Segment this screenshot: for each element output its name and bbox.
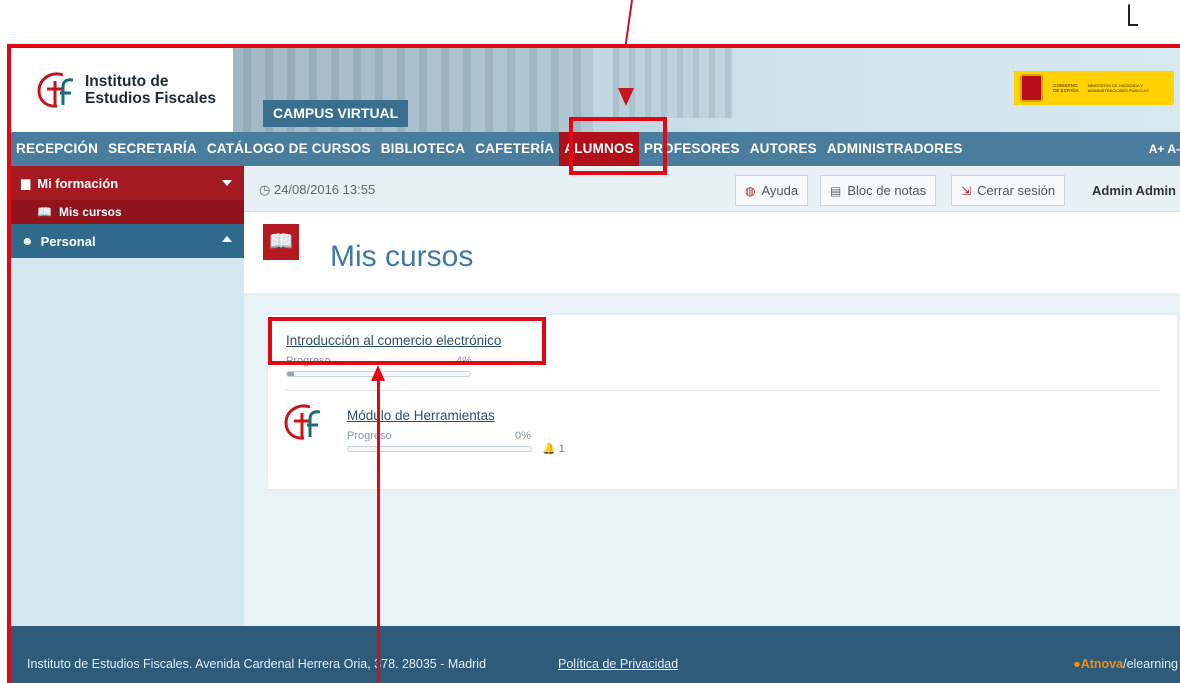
site-logo[interactable]: Instituto de Estudios Fiscales <box>11 48 233 132</box>
logo-line2: Estudios Fiscales <box>85 90 216 107</box>
nav-biblioteca[interactable]: BIBLIOTECA <box>376 132 471 166</box>
brand-accent: Atnova <box>1080 657 1124 671</box>
nav-catalogo[interactable]: CATÁLOGO DE CURSOS <box>202 132 376 166</box>
site-footer: Instituto de Estudios Fiscales. Avenida … <box>11 626 1180 683</box>
sidebar: ▆ Mi formación 📖 Mis cursos ☻ Personal <box>11 166 244 626</box>
ief-logo-icon <box>37 72 74 108</box>
privacy-link[interactable]: Política de Privacidad <box>558 657 678 671</box>
page-title: Mis cursos <box>330 240 474 273</box>
building-photo-detail <box>613 48 733 118</box>
footer-address: Instituto de Estudios Fiscales. Avenida … <box>27 657 487 671</box>
datetime-text: 24/08/2016 13:55 <box>273 182 376 197</box>
header-banner: CAMPUS VIRTUAL GOBIERNO DE ESPAÑA MINIST… <box>233 48 1180 132</box>
progress-percent: 0% <box>515 430 531 442</box>
progress-fill <box>287 372 295 376</box>
course-link[interactable]: Módulo de Herramientas <box>347 408 495 423</box>
notification-count: 1 <box>558 443 565 455</box>
sidebar-group-mi-formacion[interactable]: ▆ Mi formación <box>11 166 244 200</box>
logout-icon: ⇲ <box>961 183 972 198</box>
nav-autores[interactable]: AUTORES <box>745 132 822 166</box>
coat-of-arms-icon <box>1020 74 1044 102</box>
sidebar-item-label: Mis cursos <box>58 205 122 219</box>
notepad-icon: ▤ <box>830 183 842 198</box>
sidebar-group-label: Personal <box>40 233 96 249</box>
book-icon: 📖 <box>37 205 52 219</box>
notes-label: Bloc de notas <box>847 183 927 198</box>
sidebar-item-mis-cursos[interactable]: 📖 Mis cursos <box>11 200 244 224</box>
campus-virtual-label: CAMPUS VIRTUAL <box>263 100 409 127</box>
toolbar: ◷ 24/08/2016 13:55 ◍ Ayuda ▤ Bloc de not… <box>244 166 1180 212</box>
nav-secretaria[interactable]: SECRETARÍA <box>103 132 202 166</box>
notes-button[interactable]: ▤ Bloc de notas <box>820 175 937 206</box>
annotation-arrowhead-bottom <box>371 365 385 381</box>
sidebar-group-personal[interactable]: ☻ Personal <box>11 224 244 258</box>
annotation-box-course <box>268 317 546 365</box>
annotation-arrowhead-top <box>618 88 634 106</box>
book-icon: 📖 <box>263 224 299 260</box>
logo-text: Instituto de Estudios Fiscales <box>85 73 216 107</box>
brand-rest: /elearning <box>1123 657 1178 671</box>
logo-line1: Instituto de <box>85 73 169 90</box>
ief-logo-icon <box>284 404 321 440</box>
main-content: ◷ 24/08/2016 13:55 ◍ Ayuda ▤ Bloc de not… <box>244 166 1180 626</box>
lifebuoy-icon: ◍ <box>745 183 756 198</box>
font-size-toggle[interactable]: A+ A- <box>1149 132 1180 166</box>
clock-icon: ◷ <box>259 182 274 197</box>
logout-label: Cerrar sesión <box>977 183 1056 198</box>
progress-bar <box>347 446 532 452</box>
cropped-glyph-fragment <box>1128 4 1138 26</box>
bell-icon: 🔔 <box>542 443 556 455</box>
government-logo: GOBIERNO DE ESPAÑA MINISTERIO DE HACIEND… <box>1014 71 1174 105</box>
help-label: Ayuda <box>761 183 799 198</box>
brand-dot-icon: ● <box>1073 657 1081 671</box>
datetime: ◷ 24/08/2016 13:55 <box>259 182 375 198</box>
course-divider <box>286 390 1160 391</box>
progress-label: Progreso <box>347 430 392 442</box>
annotated-screenshot: Instituto de Estudios Fiscales CAMPUS VI… <box>0 0 1180 683</box>
page-header: 📖 Mis cursos <box>244 212 1180 293</box>
gov-text-right: MINISTERIO DE HACIENDA Y ADMINISTRACIONE… <box>1087 83 1149 93</box>
person-icon: ☻ <box>21 234 34 248</box>
annotation-arrow-bottom <box>377 380 380 683</box>
footer-brand[interactable]: ●Atnova/elearning <box>1073 657 1178 671</box>
notifications[interactable]: 🔔 1 <box>542 442 565 455</box>
logout-button[interactable]: ⇲ Cerrar sesión <box>951 175 1066 206</box>
gov-text-left: GOBIERNO DE ESPAÑA <box>1053 83 1079 93</box>
caret-up-icon <box>222 236 232 242</box>
sidebar-group-label: Mi formación <box>37 175 119 191</box>
nav-cafeteria[interactable]: CAFETERÍA <box>470 132 559 166</box>
document-icon: ▆ <box>21 176 31 190</box>
nav-recepcion[interactable]: RECEPCIÓN <box>11 132 103 166</box>
caret-down-icon <box>222 180 232 186</box>
annotation-box-alumnos <box>569 117 667 175</box>
help-button[interactable]: ◍ Ayuda <box>735 175 809 206</box>
user-name[interactable]: Admin Admin <box>1092 183 1176 198</box>
nav-administradores[interactable]: ADMINISTRADORES <box>822 132 968 166</box>
